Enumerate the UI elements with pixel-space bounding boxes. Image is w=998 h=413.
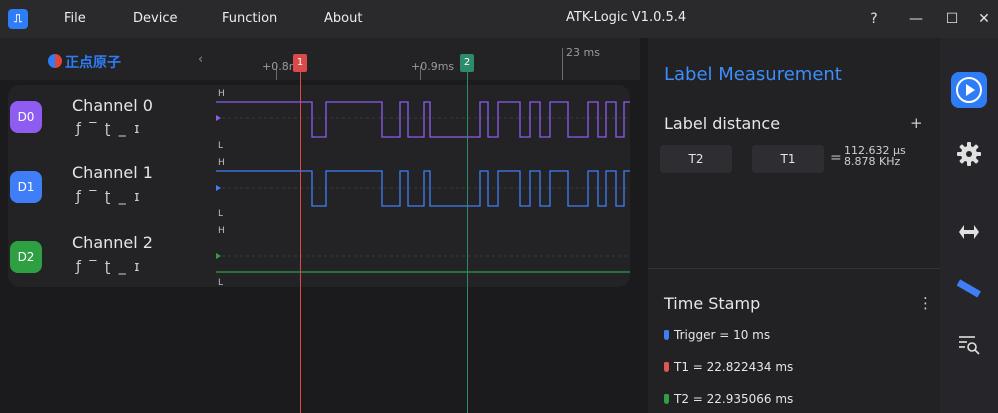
search-list-icon [959,336,980,355]
frequency-value: 8.878 KHz [844,155,901,168]
waveform-canvas[interactable] [0,38,640,413]
channel-0-waveform [216,101,630,138]
title-bar: ⎍ File Device Function About ATK-Logic V… [0,0,998,38]
app-title: ATK-Logic V1.0.5.4 [566,10,687,25]
panel-divider [648,268,940,269]
waveform-area: 正点原子 ‹ +0.8m +0.9ms 23 ms D0 Channel 0 ƒ… [0,38,640,413]
run-button[interactable] [951,72,987,108]
menu-about[interactable]: About [324,11,362,26]
timestamp-t1-text: T1 = 22.822434 ms [674,360,794,374]
menu-function[interactable]: Function [222,11,277,26]
search-button[interactable] [951,326,987,362]
add-measurement-button[interactable]: + [910,114,923,132]
marker-2-line[interactable] [467,60,468,413]
maximize-button[interactable]: ☐ [940,7,964,31]
timestamp-trigger-text: Trigger = 10 ms [674,328,771,342]
settings-icon [957,142,981,166]
protocol-decode-button[interactable] [951,214,987,250]
to-marker-select[interactable]: T1 [752,145,824,173]
play-icon [956,77,982,103]
timestamp-t2: T2 = 22.935066 ms [664,392,793,406]
settings-button[interactable] [951,136,987,172]
ruler-icon [956,279,981,298]
measurement-panel: Label Measurement Label distance + T2 - … [648,38,940,413]
timestamp-trigger: Trigger = 10 ms [664,328,770,342]
channel-2-level-arrow [216,253,221,259]
channel-1-level-arrow [216,185,221,191]
measure-button[interactable] [951,270,987,306]
minimize-button[interactable]: — [904,7,928,31]
close-button[interactable]: ✕ [972,7,996,31]
marker-1-line[interactable] [300,60,301,413]
from-marker-select[interactable]: T2 [660,145,732,173]
channel-0-level-arrow [216,115,221,121]
timestamp-t1: T1 = 22.822434 ms [664,360,793,374]
pin-icon [664,394,669,404]
app-logo-icon: ⎍ [8,9,28,29]
tool-sidebar [940,38,998,413]
equals-sign: = [830,150,842,166]
label-distance-heading: Label distance [664,114,781,133]
timestamp-title: Time Stamp [664,294,761,313]
pin-icon [664,330,669,340]
marker-2-flag[interactable]: 2 [460,54,474,72]
timestamp-more-icon[interactable]: ⋮ [918,294,933,312]
waveform-icon [959,225,979,239]
timestamp-t2-text: T2 = 22.935066 ms [674,392,794,406]
pin-icon [664,362,669,372]
measurement-title: Label Measurement [664,64,842,85]
marker-1-flag[interactable]: 1 [293,54,307,72]
menu-device[interactable]: Device [133,11,177,26]
menu-file[interactable]: File [64,11,86,26]
help-button[interactable]: ? [862,7,886,31]
